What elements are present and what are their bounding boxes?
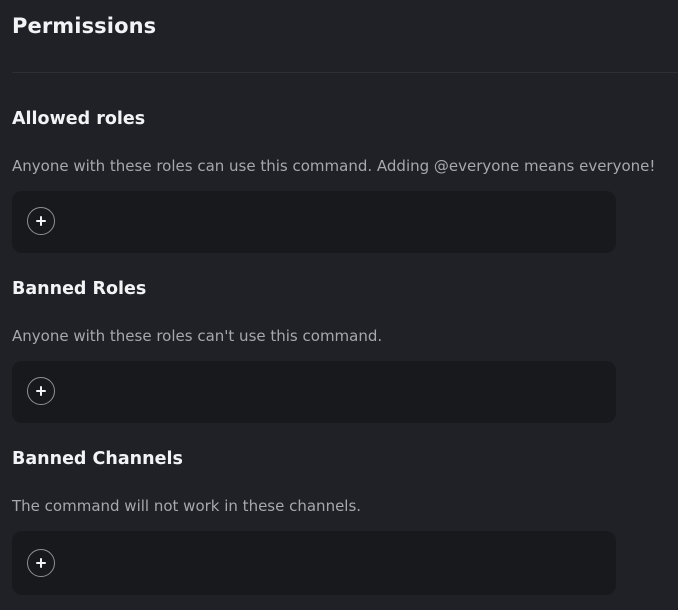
add-allowed-role-button[interactable] [27, 207, 55, 235]
plus-icon [36, 386, 46, 396]
add-banned-role-button[interactable] [27, 377, 55, 405]
permissions-page: Permissions Allowed roles Anyone with th… [0, 0, 678, 610]
banned-roles-title: Banned Roles [12, 279, 147, 299]
add-banned-channel-button[interactable] [27, 549, 55, 577]
plus-icon [36, 558, 46, 568]
banned-roles-description: Anyone with these roles can't use this c… [12, 327, 383, 345]
banned-channels-description: The command will not work in these chann… [12, 497, 362, 515]
page-title: Permissions [12, 14, 157, 38]
divider [12, 72, 678, 73]
allowed-roles-description: Anyone with these roles can use this com… [12, 157, 656, 175]
banned-channels-section: Banned Channels The command will not wor… [12, 448, 616, 595]
plus-icon [36, 216, 46, 226]
allowed-roles-title: Allowed roles [12, 109, 146, 129]
banned-roles-box [12, 361, 616, 423]
banned-roles-section: Banned Roles Anyone with these roles can… [12, 278, 616, 423]
allowed-roles-box [12, 191, 616, 253]
banned-channels-title: Banned Channels [12, 449, 183, 469]
banned-channels-box [12, 531, 616, 595]
allowed-roles-section: Allowed roles Anyone with these roles ca… [12, 108, 656, 253]
